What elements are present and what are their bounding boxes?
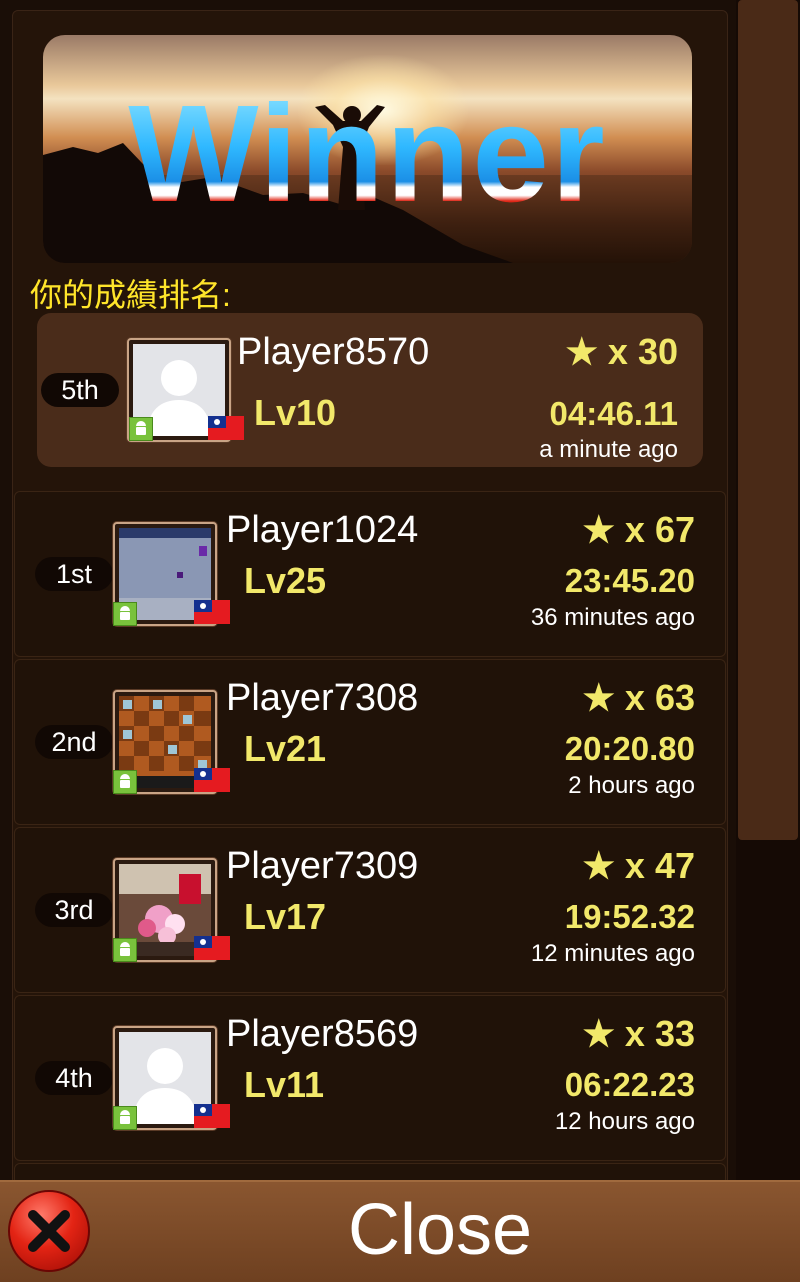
finish-time: 06:22.23 <box>564 1066 695 1103</box>
player-level: Lv10 <box>254 392 337 433</box>
player-level: Lv21 <box>244 728 327 769</box>
player-level: Lv17 <box>244 896 327 937</box>
player-name: Player8569 <box>226 1013 419 1055</box>
player-name: Player1024 <box>226 509 419 551</box>
rank-badge: 2nd <box>35 725 113 759</box>
player-level: Lv11 <box>244 1064 325 1105</box>
star-count: ★ x 30 <box>565 331 678 372</box>
scrollbar-thumb[interactable] <box>738 0 798 840</box>
rank-badge: 5th <box>41 373 119 407</box>
star-count: ★ x 63 <box>582 677 695 718</box>
time-ago: a minute ago <box>539 436 678 463</box>
close-x-icon[interactable] <box>8 1190 90 1272</box>
finish-time: 19:52.32 <box>564 898 695 935</box>
android-icon <box>113 1106 137 1130</box>
taiwan-flag-icon <box>194 600 230 624</box>
star-count: ★ x 47 <box>582 845 695 886</box>
your-rank-heading: 你的成績排名: <box>30 277 231 313</box>
player-name: Player7308 <box>226 677 419 719</box>
star-count: ★ x 67 <box>582 509 695 550</box>
taiwan-flag-icon <box>194 768 230 792</box>
android-icon <box>113 602 137 626</box>
time-ago: 36 minutes ago <box>530 604 695 631</box>
android-icon <box>129 417 153 441</box>
player-level: Lv25 <box>244 560 327 601</box>
taiwan-flag-icon <box>194 1104 230 1128</box>
finish-time: 23:45.20 <box>564 562 695 599</box>
player-name: Player7309 <box>226 845 419 887</box>
time-ago: 12 hours ago <box>554 1108 695 1135</box>
winner-title: Winner <box>43 85 692 223</box>
android-icon <box>113 938 137 962</box>
finish-time: 04:46.11 <box>549 395 678 432</box>
rank-badge: 3rd <box>35 893 113 927</box>
taiwan-flag-icon <box>194 936 230 960</box>
player-name: Player8570 <box>237 331 430 373</box>
rank-badge: 4th <box>35 1061 113 1095</box>
winner-banner: Winner <box>43 35 692 263</box>
close-button-label[interactable]: Close <box>0 1188 800 1272</box>
finish-time: 20:20.80 <box>564 730 695 767</box>
rank-badge: 1st <box>35 557 113 591</box>
taiwan-flag-icon <box>208 416 244 440</box>
android-icon <box>113 770 137 794</box>
time-ago: 12 minutes ago <box>530 940 695 967</box>
time-ago: 2 hours ago <box>568 772 695 799</box>
star-count: ★ x 33 <box>582 1013 695 1054</box>
